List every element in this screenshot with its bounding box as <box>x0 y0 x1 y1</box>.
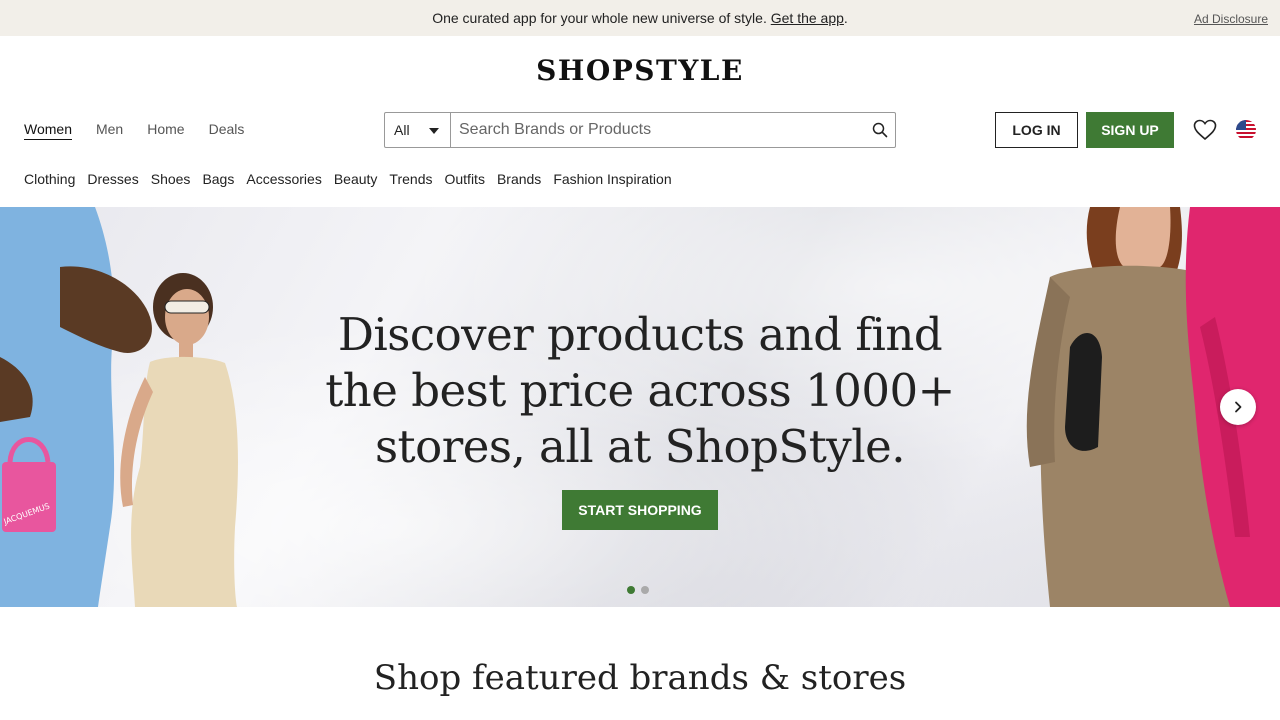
category-nav: Clothing Dresses Shoes Bags Accessories … <box>24 171 672 187</box>
category-beauty[interactable]: Beauty <box>334 171 378 187</box>
carousel-dots <box>627 586 649 594</box>
banner-suffix: . <box>843 10 848 26</box>
hero-headline-line-3: stores, all at ShopStyle. <box>374 420 906 473</box>
search-bar: All <box>384 112 896 148</box>
category-bags[interactable]: Bags <box>202 171 234 187</box>
carousel-dot-1[interactable] <box>627 586 635 594</box>
favorites-button[interactable] <box>1193 119 1217 141</box>
search-icon <box>872 122 888 138</box>
search-input[interactable] <box>451 113 865 147</box>
category-dresses[interactable]: Dresses <box>87 171 138 187</box>
category-shoes[interactable]: Shoes <box>151 171 191 187</box>
start-shopping-button[interactable]: START SHOPPING <box>562 490 718 530</box>
shopstyle-logo[interactable]: SHOPSTYLE <box>0 54 1280 87</box>
signup-button[interactable]: SIGN UP <box>1086 112 1174 148</box>
hero-headline: Discover products and find the best pric… <box>290 307 990 475</box>
hero-banner: JACQUEMUS Discover products and find the… <box>0 207 1280 607</box>
carousel-dot-2[interactable] <box>641 586 649 594</box>
category-outfits[interactable]: Outfits <box>444 171 484 187</box>
featured-brands-heading: Shop featured brands & stores <box>373 658 907 698</box>
primary-nav: Women Men Home Deals <box>24 121 244 140</box>
search-button[interactable] <box>865 113 895 147</box>
search-scope-select[interactable]: All <box>385 113 451 147</box>
nav-men[interactable]: Men <box>96 121 123 140</box>
banner-message: One curated app for your whole new unive… <box>432 10 767 26</box>
login-button[interactable]: LOG IN <box>995 112 1078 148</box>
hero-headline-line-2: the best price across 1000+ <box>325 364 955 417</box>
chevron-right-icon <box>1235 401 1242 413</box>
search-scope-value: All <box>394 122 410 138</box>
category-accessories[interactable]: Accessories <box>246 171 321 187</box>
us-flag-icon <box>1236 120 1256 140</box>
top-banner: One curated app for your whole new unive… <box>0 0 1280 36</box>
hero-model-center-left-image <box>120 273 238 607</box>
nav-home[interactable]: Home <box>147 121 184 140</box>
banner-text: One curated app for your whole new unive… <box>0 10 1280 26</box>
ad-disclosure-link[interactable]: Ad Disclosure <box>1194 12 1268 26</box>
get-the-app-link[interactable]: Get the app <box>771 10 844 26</box>
hero-headline-line-1: Discover products and find <box>337 308 943 361</box>
category-clothing[interactable]: Clothing <box>24 171 75 187</box>
category-fashion-inspiration[interactable]: Fashion Inspiration <box>553 171 671 187</box>
carousel-next-button[interactable] <box>1220 389 1256 425</box>
nav-women[interactable]: Women <box>24 121 72 140</box>
category-trends[interactable]: Trends <box>389 171 432 187</box>
nav-deals[interactable]: Deals <box>209 121 245 140</box>
caret-down-icon <box>429 128 439 134</box>
country-selector[interactable] <box>1236 120 1256 140</box>
category-brands[interactable]: Brands <box>497 171 541 187</box>
heart-icon <box>1193 119 1217 141</box>
